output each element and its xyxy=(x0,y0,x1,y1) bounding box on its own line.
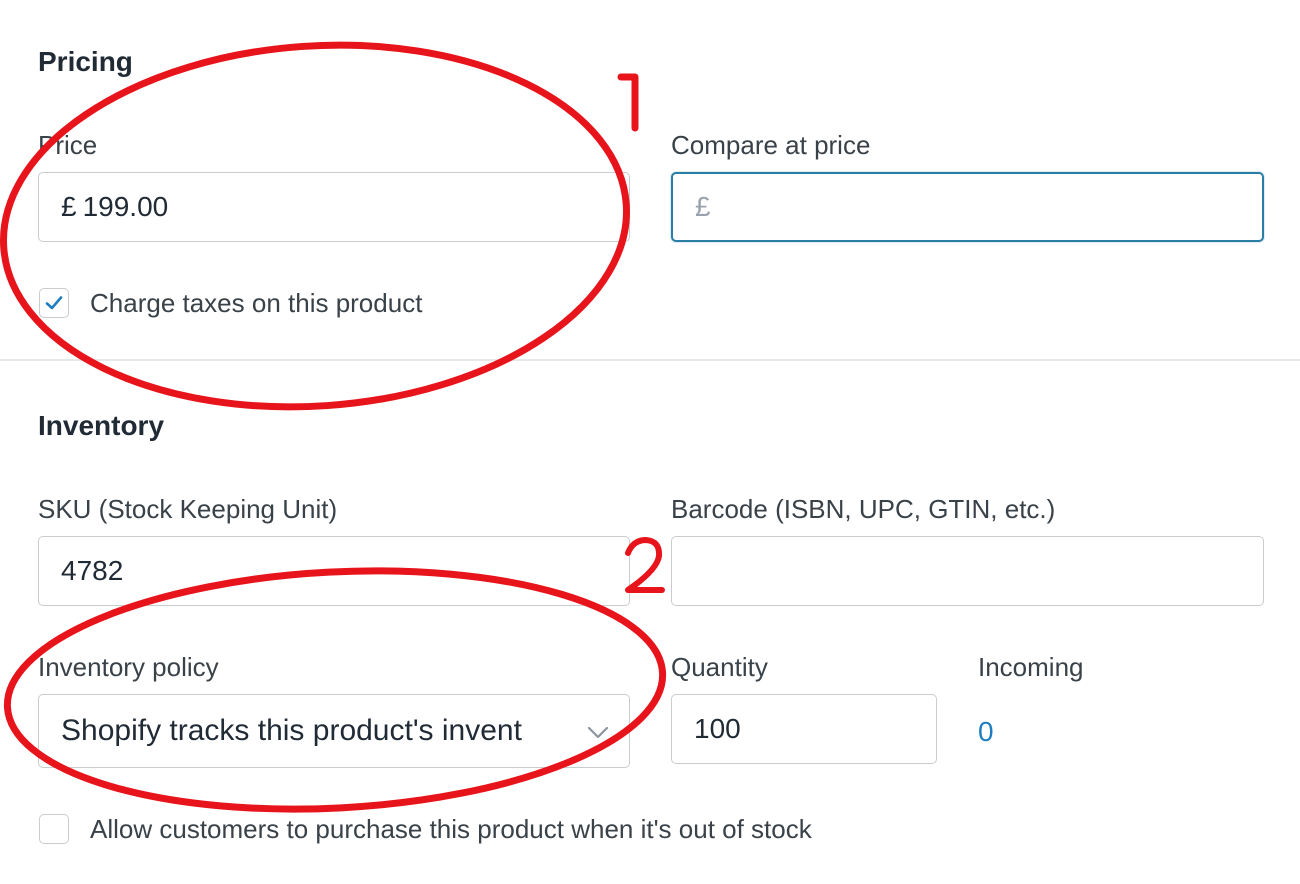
sku-input[interactable]: 4782 xyxy=(38,536,630,606)
quantity-input[interactable]: 100 xyxy=(671,694,937,764)
barcode-input[interactable] xyxy=(671,536,1264,606)
price-input[interactable]: £ 199.00 xyxy=(38,172,630,242)
charge-taxes-label: Charge taxes on this product xyxy=(90,288,423,318)
charge-taxes-checkbox[interactable] xyxy=(39,288,69,318)
annotation-marker-1 xyxy=(617,73,639,132)
barcode-label: Barcode (ISBN, UPC, GTIN, etc.) xyxy=(671,494,1056,524)
price-value: 199.00 xyxy=(82,191,169,222)
compare-at-price-label: Compare at price xyxy=(671,130,871,160)
sku-label: SKU (Stock Keeping Unit) xyxy=(38,494,338,524)
inventory-policy-select[interactable]: Shopify tracks this product's invent xyxy=(38,694,630,768)
quantity-value: 100 xyxy=(694,713,741,744)
inventory-policy-label: Inventory policy xyxy=(38,652,219,682)
chevron-down-icon xyxy=(587,714,609,748)
incoming-value-link[interactable]: 0 xyxy=(978,716,994,748)
inventory-section-title: Inventory xyxy=(38,410,165,441)
checkmark-icon xyxy=(45,296,63,310)
sku-value: 4782 xyxy=(61,555,124,586)
price-label: Price xyxy=(38,130,98,160)
pricing-section-title: Pricing xyxy=(38,46,133,77)
annotation-marker-2 xyxy=(625,537,665,593)
incoming-label: Incoming xyxy=(978,652,1084,682)
quantity-label: Quantity xyxy=(671,652,768,682)
inventory-policy-selected: Shopify tracks this product's invent xyxy=(61,714,522,747)
allow-oversell-checkbox[interactable] xyxy=(39,814,69,844)
currency-symbol: £ xyxy=(61,191,77,222)
compare-at-price-placeholder: £ xyxy=(695,191,711,222)
section-divider xyxy=(0,359,1300,361)
allow-oversell-label: Allow customers to purchase this product… xyxy=(90,814,812,844)
compare-at-price-input[interactable]: £ xyxy=(671,172,1264,242)
